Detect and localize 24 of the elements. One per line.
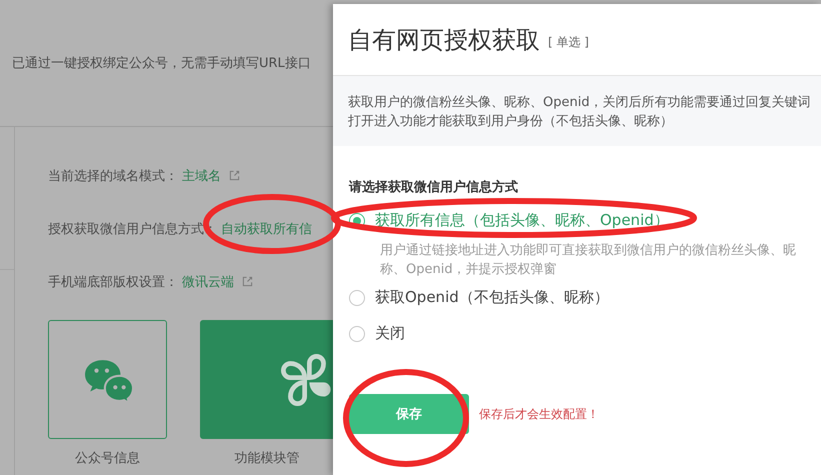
module-label: 功能模块管 bbox=[234, 450, 300, 467]
setting-link[interactable]: 自动获取所有信 bbox=[221, 220, 312, 238]
radio-button[interactable] bbox=[349, 326, 365, 342]
dialog-title: 自有网页授权获取 bbox=[348, 24, 540, 56]
setting-link[interactable]: 主域名 bbox=[182, 166, 221, 184]
notice-text: 已通过一键授权绑定公众号，无需手动填写URL接口 bbox=[12, 55, 311, 72]
module-card[interactable] bbox=[48, 320, 167, 439]
edit-icon[interactable] bbox=[242, 276, 253, 287]
title-tag: [ 单选 ] bbox=[548, 34, 589, 51]
module-card[interactable] bbox=[200, 320, 333, 439]
save-button[interactable]: 保存 bbox=[349, 394, 469, 434]
setting-label: 当前选择的域名模式： bbox=[48, 168, 178, 184]
setting-link[interactable]: 微讯云端 bbox=[182, 272, 234, 290]
setting-label: 手机端底部版权设置： bbox=[48, 274, 178, 290]
option-hint: 用户通过链接地址进入功能即可直接获取到微信用户的微信粉丝头像、昵称、Openid，并提示授权弹窗 bbox=[380, 242, 797, 279]
module-label: 公众号信息 bbox=[75, 450, 140, 467]
option-label[interactable]: 关闭 bbox=[375, 324, 405, 343]
clover-icon bbox=[281, 352, 333, 406]
radio-button[interactable] bbox=[349, 290, 365, 306]
save-note: 保存后才会生效配置！ bbox=[479, 406, 599, 422]
edit-icon[interactable] bbox=[229, 170, 240, 181]
option-label[interactable]: 获取Openid（不包括头像、昵称） bbox=[375, 288, 609, 307]
question-label: 请选择获取微信用户信息方式 bbox=[349, 178, 519, 196]
description-text: 获取用户的微信粉丝头像、昵称、Openid，关闭后所有功能需要通过回复关键词打开进入功能才能获取到用户身份（不包括头像、昵称） bbox=[333, 76, 821, 146]
